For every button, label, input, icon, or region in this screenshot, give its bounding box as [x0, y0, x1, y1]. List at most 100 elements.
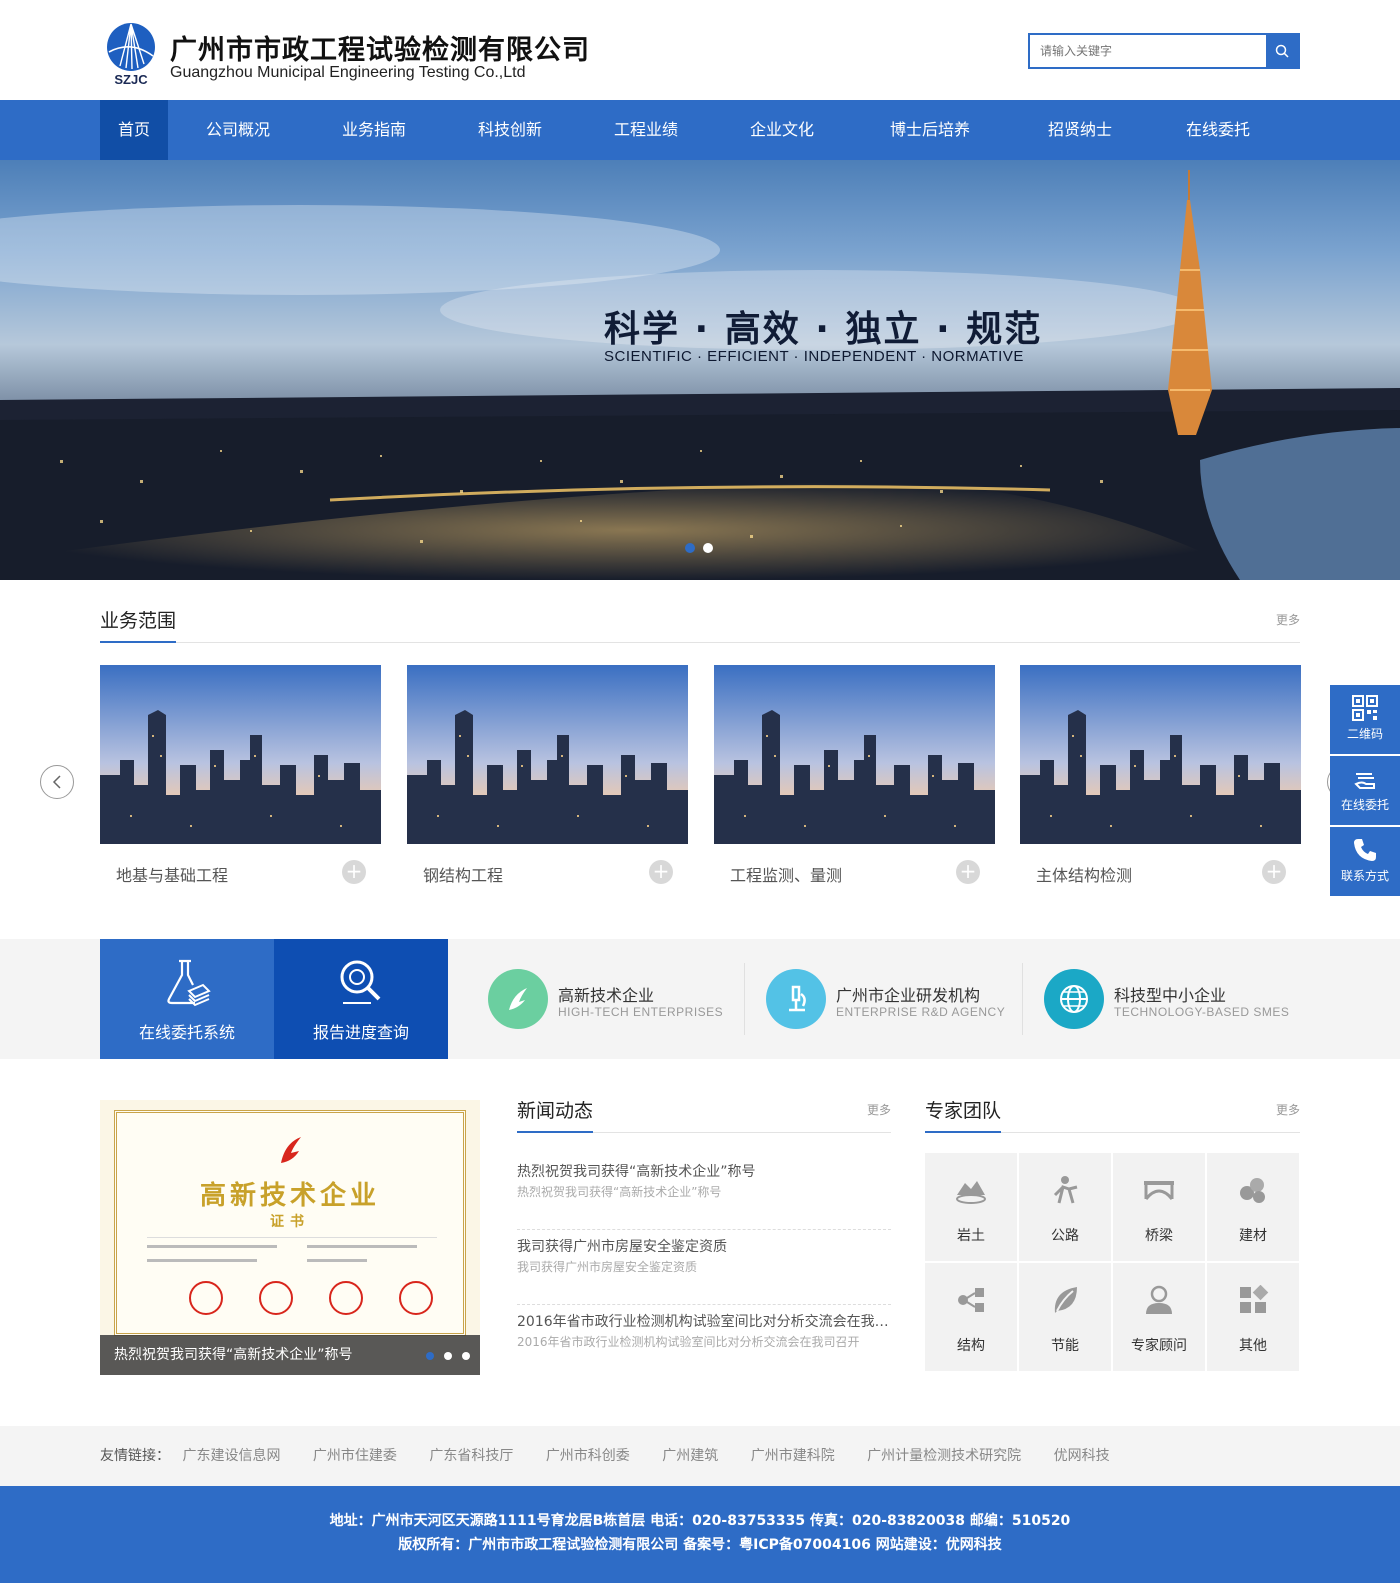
- expert-other[interactable]: 其他: [1207, 1263, 1299, 1371]
- search-box: [1028, 33, 1300, 69]
- news-summary: 热烈祝贺我司获得“高新技术企业”称号: [517, 1185, 722, 1199]
- plus-icon[interactable]: +: [956, 860, 980, 884]
- expert-bridge[interactable]: 桥梁: [1113, 1153, 1205, 1261]
- divider: [744, 963, 745, 1035]
- banner-dot[interactable]: [685, 543, 695, 553]
- business-card[interactable]: 钢结构工程 +: [407, 665, 688, 900]
- plus-icon[interactable]: +: [1262, 860, 1286, 884]
- side-online-commission[interactable]: 在线委托: [1330, 756, 1400, 825]
- cert-title: 科技型中小企业: [1114, 986, 1227, 1005]
- side-contact-label: 联系方式: [1340, 869, 1389, 883]
- friendly-links-bar: 友情链接： 广东建设信息网 广州市住建委 广东省科技厅 广州市科创委 广州建筑 …: [0, 1426, 1400, 1486]
- hero-banner[interactable]: 科学 · 高效 · 独立 · 规范 SCIENTIFIC · EFFICIENT…: [0, 160, 1400, 580]
- friendly-link[interactable]: 广州建筑: [662, 1448, 718, 1464]
- online-commission-system-button[interactable]: 在线委托系统: [100, 939, 274, 1059]
- business-more-link[interactable]: 更多: [1276, 611, 1300, 628]
- nav-culture[interactable]: 企业文化: [748, 100, 816, 160]
- expert-advisor[interactable]: 专家顾问: [1113, 1263, 1205, 1371]
- banner-dot[interactable]: [703, 543, 713, 553]
- expert-building-materials[interactable]: 建材: [1207, 1153, 1299, 1261]
- plus-icon[interactable]: +: [649, 860, 673, 884]
- report-progress-query-label: 报告进度查询: [312, 1023, 409, 1042]
- news-title: 我司获得广州市房屋安全鉴定资质: [517, 1239, 727, 1255]
- honor-slideshow[interactable]: 高新技术企业 证书 热烈祝贺我司获得“高新技术企业”称号: [100, 1100, 480, 1375]
- cert-title: 高新技术企业: [558, 986, 655, 1005]
- nav-postdoc[interactable]: 博士后培养: [884, 100, 976, 160]
- nav-home[interactable]: 首页: [100, 100, 168, 160]
- banner-subtitle: SCIENTIFIC · EFFICIENT · INDEPENDENT · N…: [604, 348, 1024, 365]
- experts-more-link[interactable]: 更多: [1276, 1101, 1300, 1118]
- side-toolbar: 二维码 在线委托 联系方式: [1330, 685, 1400, 898]
- expert-label: 结构: [957, 1338, 985, 1354]
- news-more-link[interactable]: 更多: [867, 1101, 891, 1118]
- cert-high-tech[interactable]: 高新技术企业 HIGH-TECH ENTERPRISES: [488, 969, 728, 1029]
- nav-business-guide[interactable]: 业务指南: [340, 100, 408, 160]
- structure-icon: [958, 1288, 984, 1312]
- friendly-link[interactable]: 广东建设信息网: [182, 1448, 280, 1464]
- experts-section-title: 专家团队: [925, 1096, 1002, 1133]
- certificate-title: 高新技术企业: [199, 1181, 380, 1211]
- cert-subtitle: ENTERPRISE R&D AGENCY: [836, 1005, 1006, 1019]
- site-header: SZJC 广州市市政工程试验检测有限公司 Guangzhou Municipal…: [0, 0, 1400, 100]
- report-progress-query-button[interactable]: 报告进度查询: [274, 939, 448, 1059]
- friendly-link[interactable]: 优网科技: [1054, 1448, 1110, 1464]
- worker-icon: [1053, 1176, 1078, 1204]
- company-name-en: Guangzhou Municipal Engineering Testing …: [170, 64, 526, 81]
- business-card-image: [407, 665, 688, 844]
- search-input[interactable]: [1030, 35, 1266, 67]
- search-button[interactable]: [1266, 35, 1298, 67]
- grid-icon: [1240, 1285, 1269, 1313]
- leaf-icon: [1054, 1287, 1077, 1313]
- business-card[interactable]: 地基与基础工程 +: [100, 665, 381, 900]
- footer-copyright: 版权所有：广州市市政工程试验检测有限公司 备案号：粤ICP备07004106 网…: [398, 1537, 1002, 1553]
- nav-careers[interactable]: 招贤纳士: [1046, 100, 1114, 160]
- business-card-image: [1020, 665, 1301, 844]
- online-commission-system-label: 在线委托系统: [138, 1023, 235, 1042]
- business-card[interactable]: 工程监测、量测 +: [714, 665, 995, 900]
- nav-projects[interactable]: 工程业绩: [612, 100, 680, 160]
- news-summary: 我司获得广州市房屋安全鉴定资质: [517, 1260, 698, 1274]
- news-item[interactable]: 热烈祝贺我司获得“高新技术企业”称号 热烈祝贺我司获得“高新技术企业”称号: [517, 1155, 891, 1230]
- cert-rd-agency[interactable]: 广州市企业研发机构 ENTERPRISE R&D AGENCY: [766, 969, 1006, 1029]
- qr-code-icon: [1352, 695, 1378, 721]
- friendly-link[interactable]: 广东省科技厅: [429, 1448, 513, 1464]
- business-card[interactable]: 主体结构检测 +: [1020, 665, 1301, 900]
- business-section-header: 业务范围 更多: [100, 603, 1300, 643]
- emblem-icon: [281, 1137, 301, 1163]
- company-logo[interactable]: SZJC: [106, 22, 156, 88]
- search-icon: [1275, 44, 1289, 58]
- business-card-label: 地基与基础工程: [116, 866, 229, 885]
- expert-energy-saving[interactable]: 节能: [1019, 1263, 1111, 1371]
- side-online-label: 在线委托: [1340, 798, 1389, 812]
- news-item[interactable]: 我司获得广州市房屋安全鉴定资质 我司获得广州市房屋安全鉴定资质: [517, 1230, 891, 1305]
- cert-tech-sme[interactable]: 科技型中小企业 TECHNOLOGY-BASED SMES: [1044, 969, 1289, 1029]
- friendly-link[interactable]: 广州市科创委: [546, 1448, 630, 1464]
- banner-cityscape: [0, 170, 1400, 580]
- side-qr-code[interactable]: 二维码: [1330, 685, 1400, 754]
- nav-innovation[interactable]: 科技创新: [476, 100, 544, 160]
- slide-dot[interactable]: [444, 1352, 452, 1360]
- slide-dot[interactable]: [462, 1352, 470, 1360]
- expert-label: 建材: [1239, 1228, 1267, 1244]
- slide-dot[interactable]: [426, 1352, 434, 1360]
- plus-icon[interactable]: +: [342, 860, 366, 884]
- site-footer: 地址：广州市天河区天源路1111号育龙居B栋首层 电话：020-83753335…: [0, 1486, 1400, 1583]
- expert-rock-soil[interactable]: 岩土: [925, 1153, 1017, 1261]
- business-card-label: 主体结构检测: [1036, 866, 1133, 885]
- expert-structure[interactable]: 结构: [925, 1263, 1017, 1371]
- nav-about[interactable]: 公司概况: [204, 100, 272, 160]
- nav-online-commission[interactable]: 在线委托: [1184, 100, 1252, 160]
- expert-highway[interactable]: 公路: [1019, 1153, 1111, 1261]
- carousel-prev-button[interactable]: [40, 765, 74, 799]
- company-name-cn: 广州市市政工程试验检测有限公司: [170, 35, 590, 66]
- friendly-links-label: 友情链接：: [100, 1448, 170, 1464]
- friendly-link[interactable]: 广州市住建委: [313, 1448, 397, 1464]
- globe-icon: [1044, 969, 1104, 1029]
- main-nav: 首页 公司概况 业务指南 科技创新 工程业绩 企业文化 博士后培养 招贤纳士 在…: [0, 100, 1400, 160]
- side-contact[interactable]: 联系方式: [1330, 827, 1400, 896]
- friendly-link[interactable]: 广州计量检测技术研究院: [867, 1448, 1021, 1464]
- news-item[interactable]: 2016年省市政行业检测机构试验室间比对分析交流会在我司召开 2016年省市政行…: [517, 1305, 891, 1380]
- friendly-link[interactable]: 广州市建科院: [751, 1448, 835, 1464]
- advisor-icon: [1146, 1285, 1172, 1314]
- expert-label: 专家顾问: [1131, 1338, 1187, 1354]
